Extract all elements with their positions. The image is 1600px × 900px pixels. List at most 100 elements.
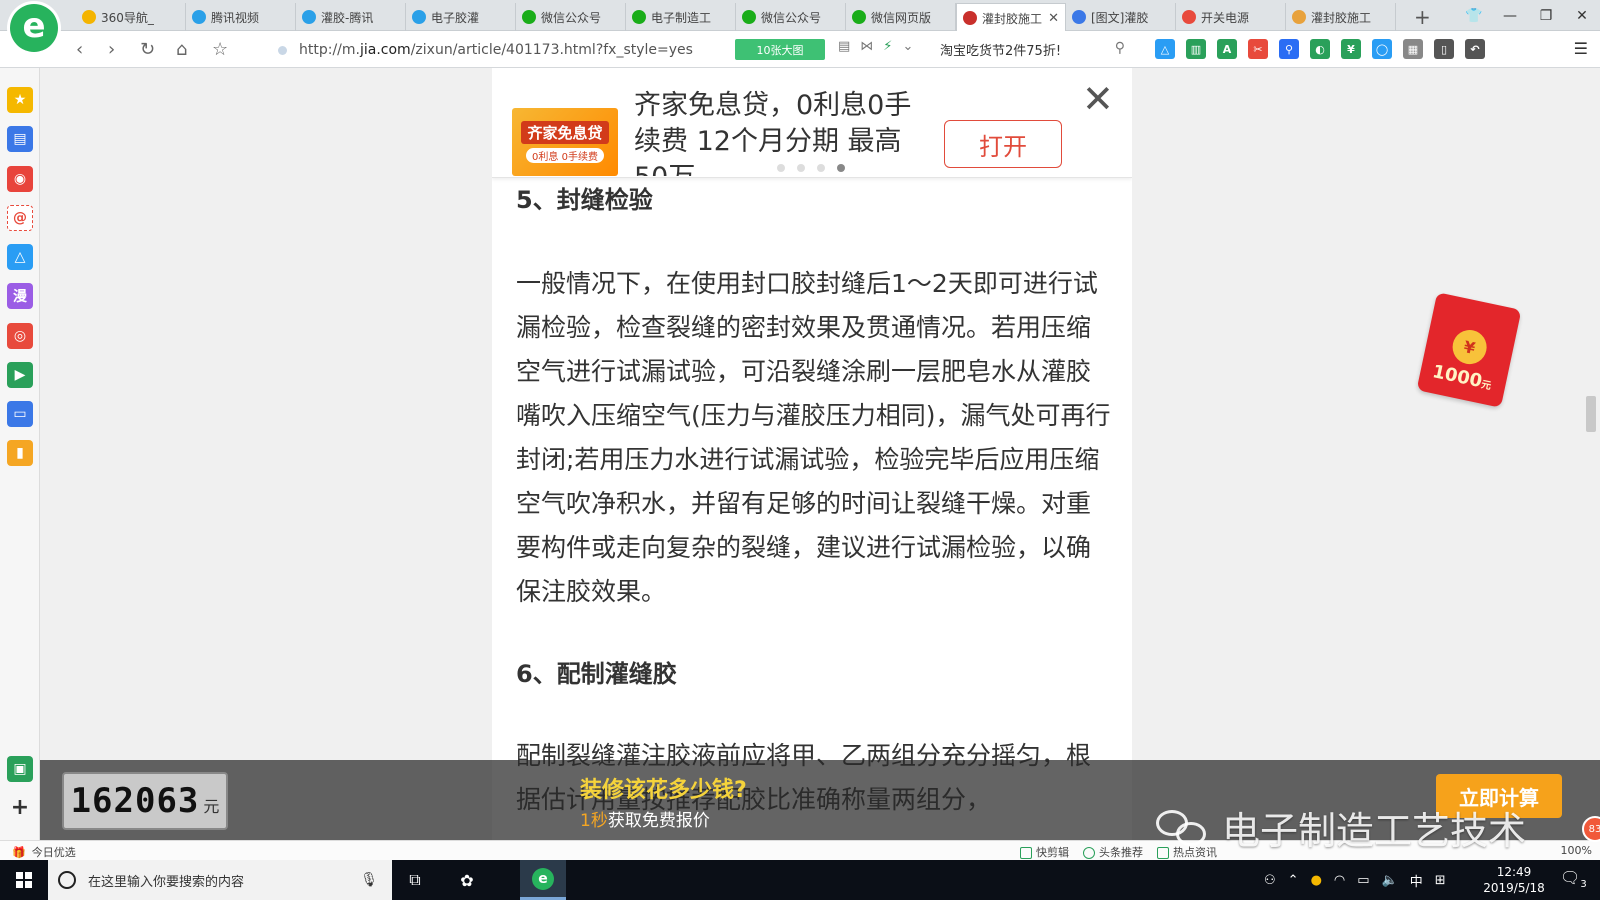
- search-input[interactable]: 淘宝吃货节2件75折! ⚲: [940, 36, 1125, 63]
- notebook-icon[interactable]: ▮: [7, 440, 33, 466]
- speed-icon[interactable]: ⚡: [883, 39, 892, 54]
- scrollbar-thumb[interactable]: [1586, 396, 1596, 432]
- book-icon[interactable]: ▥: [1186, 39, 1206, 59]
- app-icon[interactable]: ✿: [450, 860, 484, 900]
- today-picks-label: 今日优选: [31, 846, 76, 859]
- wallet-icon[interactable]: ¥: [1341, 39, 1361, 59]
- tab[interactable]: 电子制造工: [626, 3, 736, 31]
- news-icon[interactable]: ▤: [7, 126, 33, 152]
- tab-label: 开关电源: [1201, 10, 1250, 25]
- search-icon[interactable]: ⚲: [1115, 40, 1125, 56]
- ad-open-button[interactable]: 打开: [944, 120, 1062, 168]
- start-button[interactable]: [0, 860, 48, 900]
- menu-icon[interactable]: ☰: [1574, 39, 1588, 58]
- today-picks[interactable]: 🎁 今日优选: [12, 844, 76, 860]
- tab[interactable]: 微信网页版: [846, 3, 956, 31]
- section-6-heading: 6、配制灌缝胶: [516, 660, 677, 688]
- taskbar-search[interactable]: 在这里输入你要搜索的内容 🎙: [48, 860, 392, 900]
- tab[interactable]: 灌胶-腾讯: [296, 3, 406, 31]
- notification-center-icon[interactable]: 🗨3: [1560, 868, 1587, 890]
- floating-badge[interactable]: 83: [1582, 816, 1600, 842]
- chevron-down-icon[interactable]: ⌄: [902, 39, 913, 54]
- task-view-icon[interactable]: ⧉: [400, 860, 430, 900]
- cloud-drive-icon[interactable]: △: [1155, 39, 1175, 59]
- comic-icon[interactable]: 漫: [7, 283, 33, 309]
- tab-favicon-icon: [1072, 10, 1086, 24]
- clock-date: 2019/5/18: [1483, 881, 1545, 895]
- share-icon[interactable]: ⋈: [860, 39, 873, 54]
- clock[interactable]: 12:49 2019/5/18: [1474, 864, 1554, 896]
- tray-360-icon[interactable]: ●: [1311, 873, 1322, 888]
- battery-icon[interactable]: ▭: [1357, 873, 1369, 888]
- taskbar-browser-button[interactable]: e: [520, 860, 566, 900]
- message-icon[interactable]: ◯: [1372, 39, 1392, 59]
- tab[interactable]: 灌封胶施工: [1286, 3, 1396, 31]
- people-icon[interactable]: ⚇: [1264, 873, 1276, 888]
- carousel-dot[interactable]: [817, 164, 825, 172]
- gift-icon: 🎁: [12, 845, 26, 859]
- favorites-star-icon[interactable]: ★: [7, 87, 33, 113]
- browser-logo[interactable]: e: [10, 4, 58, 52]
- back-button[interactable]: ‹: [76, 31, 83, 68]
- microphone-icon[interactable]: 🎙: [360, 872, 378, 888]
- magnifier-icon[interactable]: ⚲: [1279, 39, 1299, 59]
- zoom-level[interactable]: 100%: [1561, 844, 1592, 857]
- tab[interactable]: 腾讯视频: [186, 3, 296, 31]
- translate-icon[interactable]: A: [1217, 39, 1237, 59]
- counter-digits: 162063: [70, 781, 200, 821]
- scissors-icon[interactable]: ✂: [1248, 39, 1268, 59]
- tab-active[interactable]: 灌封胶施工 ✕: [956, 3, 1066, 32]
- skin-icon[interactable]: 👕: [1456, 0, 1492, 31]
- home-button[interactable]: ⌂: [176, 31, 187, 68]
- tab-bar: 360导航_ 腾讯视频 灌胶-腾讯 电子胶灌 微信公众号 电子制造工 微信公众号 微信网页版 灌…: [0, 0, 1600, 32]
- add-sidebar-icon[interactable]: +: [7, 794, 33, 820]
- ime-indicator[interactable]: 中: [1410, 871, 1423, 890]
- keyboard-icon[interactable]: ⊞: [1435, 873, 1446, 888]
- weibo-icon[interactable]: ◉: [7, 166, 33, 192]
- close-tab-icon[interactable]: ✕: [1048, 11, 1059, 26]
- carousel-dot[interactable]: [777, 164, 785, 172]
- tablet-icon[interactable]: ▯: [1434, 39, 1454, 59]
- clock-time: 12:49: [1496, 865, 1532, 879]
- reader-icon[interactable]: ▤: [838, 39, 850, 54]
- clipboard-icon[interactable]: ▣: [7, 756, 33, 782]
- ad-banner[interactable]: 齐家免息贷 0利息 0手续费 齐家免息贷，0利息0手续费 12个月分期 最高50…: [492, 68, 1132, 178]
- wifi-icon[interactable]: ◠: [1334, 873, 1345, 888]
- gamepad-icon[interactable]: ◎: [7, 323, 33, 349]
- cloud-icon[interactable]: △: [7, 244, 33, 270]
- close-icon[interactable]: ✕: [1082, 80, 1114, 118]
- status-item-quick-edit[interactable]: 快剪辑: [1020, 844, 1069, 860]
- undo-icon[interactable]: ↶: [1465, 39, 1485, 59]
- volume-icon[interactable]: 🔈: [1382, 873, 1398, 888]
- minimize-button[interactable]: —: [1492, 0, 1528, 31]
- apps-icon[interactable]: ▦: [1403, 39, 1423, 59]
- new-tab-button[interactable]: +: [1414, 5, 1431, 29]
- video-icon[interactable]: ▶: [7, 362, 33, 388]
- refresh-button[interactable]: ↻: [140, 31, 155, 68]
- tab[interactable]: 360导航_: [76, 3, 186, 31]
- restore-button[interactable]: ❐: [1528, 0, 1564, 31]
- mail-icon[interactable]: @: [7, 205, 33, 231]
- tab-strip: 360导航_ 腾讯视频 灌胶-腾讯 电子胶灌 微信公众号 电子制造工 微信公众号 微信网页版 灌…: [76, 3, 1396, 32]
- tray-chevron-icon[interactable]: ⌃: [1288, 873, 1299, 888]
- tab[interactable]: 电子胶灌: [406, 3, 516, 31]
- favorite-star-icon[interactable]: ☆: [212, 31, 228, 68]
- carousel-dot[interactable]: [797, 164, 805, 172]
- document-icon[interactable]: ▭: [7, 401, 33, 427]
- carousel-dot-active[interactable]: [837, 164, 845, 172]
- site-info-icon[interactable]: [278, 45, 287, 55]
- tab[interactable]: [图文]灌胶: [1066, 3, 1176, 31]
- big-image-button[interactable]: 10张大图: [735, 39, 825, 60]
- game-icon[interactable]: ◐: [1310, 39, 1330, 59]
- close-window-button[interactable]: ✕: [1564, 0, 1600, 31]
- status-item-headline[interactable]: 头条推荐: [1083, 844, 1143, 860]
- ad-image[interactable]: 齐家免息贷 0利息 0手续费: [512, 108, 618, 176]
- counter-unit: 元: [203, 797, 220, 816]
- tab-favicon-icon: [1182, 10, 1196, 24]
- tab[interactable]: 微信公众号: [736, 3, 846, 31]
- tab[interactable]: 开关电源: [1176, 3, 1286, 31]
- tab[interactable]: 微信公众号: [516, 3, 626, 31]
- vertical-scrollbar[interactable]: [1582, 68, 1600, 840]
- forward-button[interactable]: ›: [108, 31, 115, 68]
- red-packet-ad[interactable]: ¥ 1000元: [1416, 292, 1522, 408]
